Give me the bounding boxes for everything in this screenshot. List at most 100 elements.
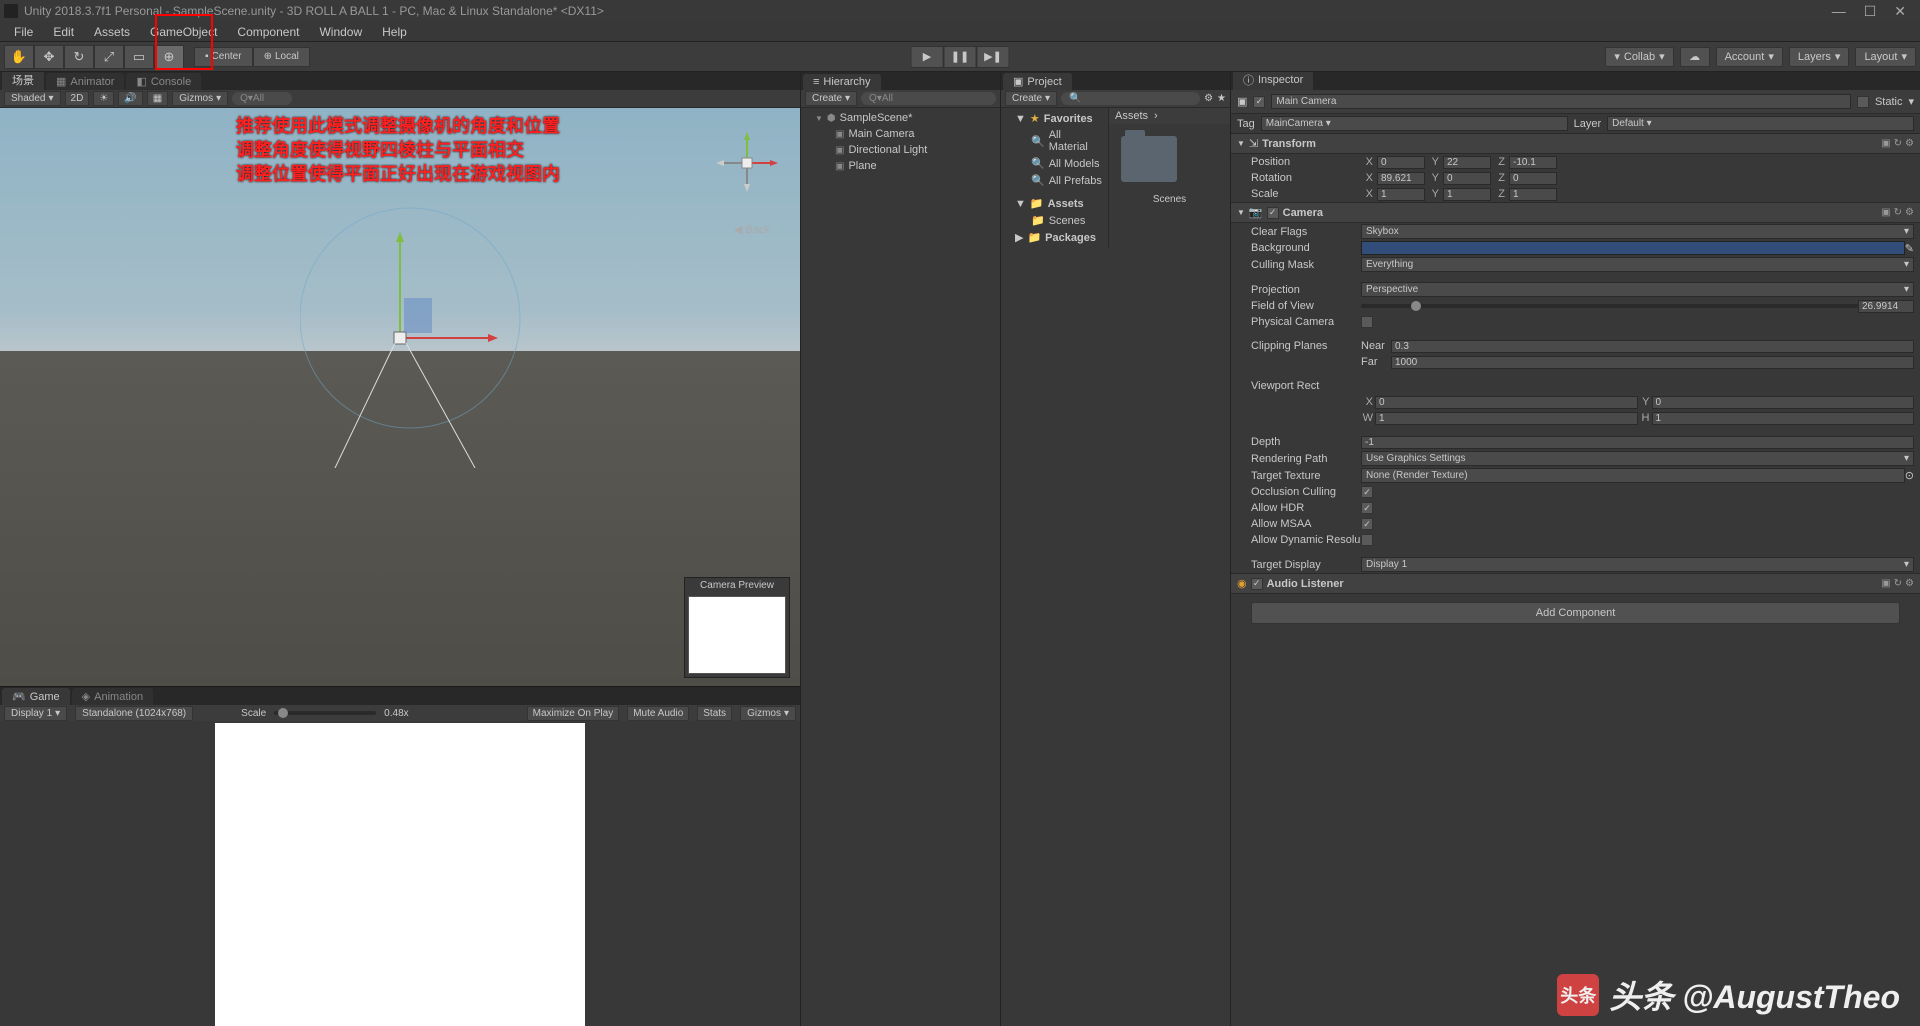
filter-icon[interactable]: ⚙ — [1204, 93, 1213, 104]
viewport-h-field[interactable] — [1652, 412, 1915, 425]
stats-toggle[interactable]: Stats — [697, 706, 732, 721]
project-scenes-folder[interactable]: 📁 Scenes — [1003, 212, 1106, 229]
menu-assets[interactable]: Assets — [84, 23, 140, 41]
target-display-dropdown[interactable]: Display 1 ▾ — [1361, 557, 1914, 572]
target-texture-field[interactable]: None (Render Texture) — [1361, 468, 1905, 483]
culling-mask-dropdown[interactable]: Everything ▾ — [1361, 257, 1914, 272]
menu-help[interactable]: Help — [372, 23, 417, 41]
hierarchy-item-directional-light[interactable]: ▣Directional Light — [801, 142, 1000, 158]
tab-animator[interactable]: ▦ Animator — [46, 73, 124, 90]
tab-inspector[interactable]: ⓘ Inspector — [1233, 70, 1313, 90]
add-component-button[interactable]: Add Component — [1251, 602, 1900, 624]
close-button[interactable]: ✕ — [1894, 3, 1906, 20]
minimize-button[interactable]: — — [1832, 3, 1846, 20]
project-breadcrumb[interactable]: Assets › — [1109, 108, 1230, 124]
eyedropper-icon[interactable]: ✎ — [1905, 242, 1914, 255]
collab-dropdown[interactable]: ▾ Collab ▾ — [1605, 47, 1673, 67]
audio-toggle[interactable]: 🔊 — [118, 91, 142, 106]
play-button[interactable]: ▶ — [911, 46, 944, 68]
hand-tool[interactable]: ✋ — [4, 45, 34, 69]
hierarchy-create-dropdown[interactable]: Create ▾ — [805, 91, 857, 106]
gizmos-dropdown[interactable]: Gizmos ▾ — [172, 91, 228, 106]
aspect-dropdown[interactable]: Standalone (1024x768) — [75, 706, 193, 721]
project-fav-materials[interactable]: 🔍All Material — [1003, 127, 1106, 155]
project-favorites[interactable]: ▼★Favorites — [1003, 110, 1106, 127]
project-search[interactable]: 🔍 — [1061, 92, 1200, 105]
transform-component-header[interactable]: ▼⇲ Transform ▣↻⚙ — [1231, 133, 1920, 154]
move-tool[interactable]: ✥ — [34, 45, 64, 69]
background-color-field[interactable] — [1361, 241, 1905, 255]
tab-animation[interactable]: ◈ Animation — [72, 688, 153, 705]
handle-rotation-button[interactable]: ⊕ Local — [253, 47, 310, 67]
position-x-field[interactable] — [1377, 156, 1425, 169]
layers-dropdown[interactable]: Layers ▾ — [1789, 47, 1850, 67]
rect-tool[interactable]: ▭ — [124, 45, 154, 69]
fx-toggle[interactable]: ▦ — [147, 91, 168, 106]
cloud-button[interactable]: ☁ — [1680, 47, 1710, 67]
gameobject-name-field[interactable] — [1271, 94, 1851, 109]
menu-component[interactable]: Component — [227, 23, 309, 41]
help-icon[interactable]: ▣ — [1881, 138, 1890, 149]
mode-2d-toggle[interactable]: 2D — [65, 91, 90, 106]
project-assets-folder[interactable]: ▼📁 Assets — [1003, 195, 1106, 212]
occlusion-checkbox[interactable]: ✓ — [1361, 486, 1373, 498]
rotation-y-field[interactable] — [1443, 172, 1491, 185]
game-gizmos-dropdown[interactable]: Gizmos ▾ — [740, 706, 796, 721]
physical-camera-checkbox[interactable] — [1361, 316, 1373, 328]
scale-tool[interactable]: ⤢ — [94, 45, 124, 69]
rotation-z-field[interactable] — [1509, 172, 1557, 185]
rendering-path-dropdown[interactable]: Use Graphics Settings ▾ — [1361, 451, 1914, 466]
scene-search[interactable]: Q▾All — [232, 92, 292, 105]
tab-scene[interactable]: 场景 — [2, 70, 44, 90]
viewport-x-field[interactable] — [1375, 396, 1638, 409]
account-dropdown[interactable]: Account ▾ — [1716, 47, 1783, 67]
project-packages-folder[interactable]: ▶📁 Packages — [1003, 229, 1106, 246]
menu-file[interactable]: File — [4, 23, 43, 41]
audio-listener-enabled-checkbox[interactable]: ✓ — [1251, 578, 1263, 590]
clear-flags-dropdown[interactable]: Skybox ▾ — [1361, 224, 1914, 239]
msaa-checkbox[interactable]: ✓ — [1361, 518, 1373, 530]
scale-x-field[interactable] — [1377, 188, 1425, 201]
projection-dropdown[interactable]: Perspective ▾ — [1361, 282, 1914, 297]
tab-game[interactable]: 🎮 Game — [2, 688, 70, 705]
menu-gameobject[interactable]: GameObject — [140, 23, 227, 41]
gameobject-active-checkbox[interactable]: ✓ — [1253, 96, 1265, 108]
step-button[interactable]: ▶❚ — [977, 46, 1010, 68]
reset-icon[interactable]: ↻ — [1894, 138, 1902, 149]
position-y-field[interactable] — [1443, 156, 1491, 169]
tab-hierarchy[interactable]: ≡ Hierarchy — [803, 74, 881, 90]
lighting-toggle[interactable]: ☀ — [93, 91, 114, 106]
camera-enabled-checkbox[interactable]: ✓ — [1267, 207, 1279, 219]
maximize-on-play-toggle[interactable]: Maximize On Play — [527, 706, 620, 721]
depth-field[interactable] — [1361, 436, 1914, 449]
layer-dropdown[interactable]: Default ▾ — [1607, 116, 1914, 131]
pause-button[interactable]: ❚❚ — [944, 46, 977, 68]
menu-edit[interactable]: Edit — [43, 23, 84, 41]
display-dropdown[interactable]: Display 1 ▾ — [4, 706, 67, 721]
hierarchy-search[interactable]: Q▾All — [861, 92, 996, 105]
tag-dropdown[interactable]: MainCamera ▾ — [1261, 116, 1568, 131]
save-icon[interactable]: ★ — [1217, 93, 1226, 104]
tab-console[interactable]: ◧ Console — [126, 73, 201, 90]
audio-listener-header[interactable]: ◉ ✓ Audio Listener ▣↻⚙ — [1231, 573, 1920, 594]
viewport-y-field[interactable] — [1652, 396, 1915, 409]
hdr-checkbox[interactable]: ✓ — [1361, 502, 1373, 514]
camera-component-header[interactable]: ▼📷 ✓ Camera ▣↻⚙ — [1231, 202, 1920, 223]
fov-field[interactable] — [1858, 300, 1914, 313]
scene-view[interactable]: 推荐使用此模式调整摄像机的角度和位置 调整角度使得视野四棱柱与平面相交 调整位置… — [0, 108, 800, 686]
mute-audio-toggle[interactable]: Mute Audio — [627, 706, 689, 721]
menu-window[interactable]: Window — [309, 23, 372, 41]
object-picker-icon[interactable]: ⊙ — [1905, 469, 1914, 482]
scale-y-field[interactable] — [1443, 188, 1491, 201]
project-fav-prefabs[interactable]: 🔍All Prefabs — [1003, 172, 1106, 189]
hierarchy-item-plane[interactable]: ▣Plane — [801, 158, 1000, 174]
far-clip-field[interactable] — [1391, 356, 1914, 369]
dynres-checkbox[interactable] — [1361, 534, 1373, 546]
pivot-mode-button[interactable]: ▪ Center — [194, 47, 253, 67]
project-fav-models[interactable]: 🔍All Models — [1003, 155, 1106, 172]
rotate-tool[interactable]: ↻ — [64, 45, 94, 69]
transform-tool[interactable]: ⊕ — [154, 45, 184, 69]
scale-z-field[interactable] — [1509, 188, 1557, 201]
fov-slider[interactable] — [1361, 304, 1858, 308]
hierarchy-scene[interactable]: ▼ ⬢ SampleScene* — [801, 110, 1000, 126]
